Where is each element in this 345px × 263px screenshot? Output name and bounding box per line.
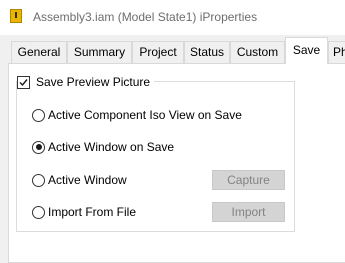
import-button[interactable]: Import	[212, 202, 285, 222]
option-iso-view[interactable]: Active Component Iso View on Save	[32, 107, 242, 123]
title-bar: Assembly3.iam (Model State1) iProperties	[0, 0, 345, 35]
radio-active-window[interactable]	[32, 173, 45, 187]
option-iso-view-label: Active Component Iso View on Save	[48, 108, 242, 122]
tab-status[interactable]: Status	[184, 41, 230, 63]
tab-physical[interactable]: Ph	[328, 41, 345, 63]
radio-active-window-on-save[interactable]	[32, 140, 45, 154]
radio-iso-view[interactable]	[32, 108, 45, 122]
inventor-assembly-icon	[10, 9, 22, 23]
save-preview-picture-checkbox-row[interactable]: Save Preview Picture	[17, 74, 155, 90]
option-active-window-label: Active Window	[48, 173, 127, 187]
tab-strip: General Summary Project Status Custom Sa…	[0, 35, 345, 64]
tab-custom[interactable]: Custom	[230, 41, 285, 63]
capture-button[interactable]: Capture	[212, 170, 285, 190]
tab-summary[interactable]: Summary	[67, 41, 132, 63]
save-preview-label: Save Preview Picture	[36, 75, 151, 89]
tab-save[interactable]: Save	[285, 37, 328, 64]
option-import-from-file[interactable]: Import From File	[32, 204, 136, 220]
window-title: Assembly3.iam (Model State1) iProperties	[33, 10, 258, 24]
radio-import-from-file[interactable]	[32, 205, 45, 219]
option-active-window[interactable]: Active Window	[32, 172, 127, 188]
tab-general[interactable]: General	[11, 41, 67, 63]
option-import-from-file-label: Import From File	[48, 205, 137, 219]
option-active-window-on-save[interactable]: Active Window on Save	[32, 139, 174, 155]
checkmark-icon	[19, 78, 28, 86]
tab-project[interactable]: Project	[132, 41, 184, 63]
save-preview-checkbox[interactable]	[17, 75, 30, 89]
option-active-window-on-save-label: Active Window on Save	[48, 140, 175, 154]
